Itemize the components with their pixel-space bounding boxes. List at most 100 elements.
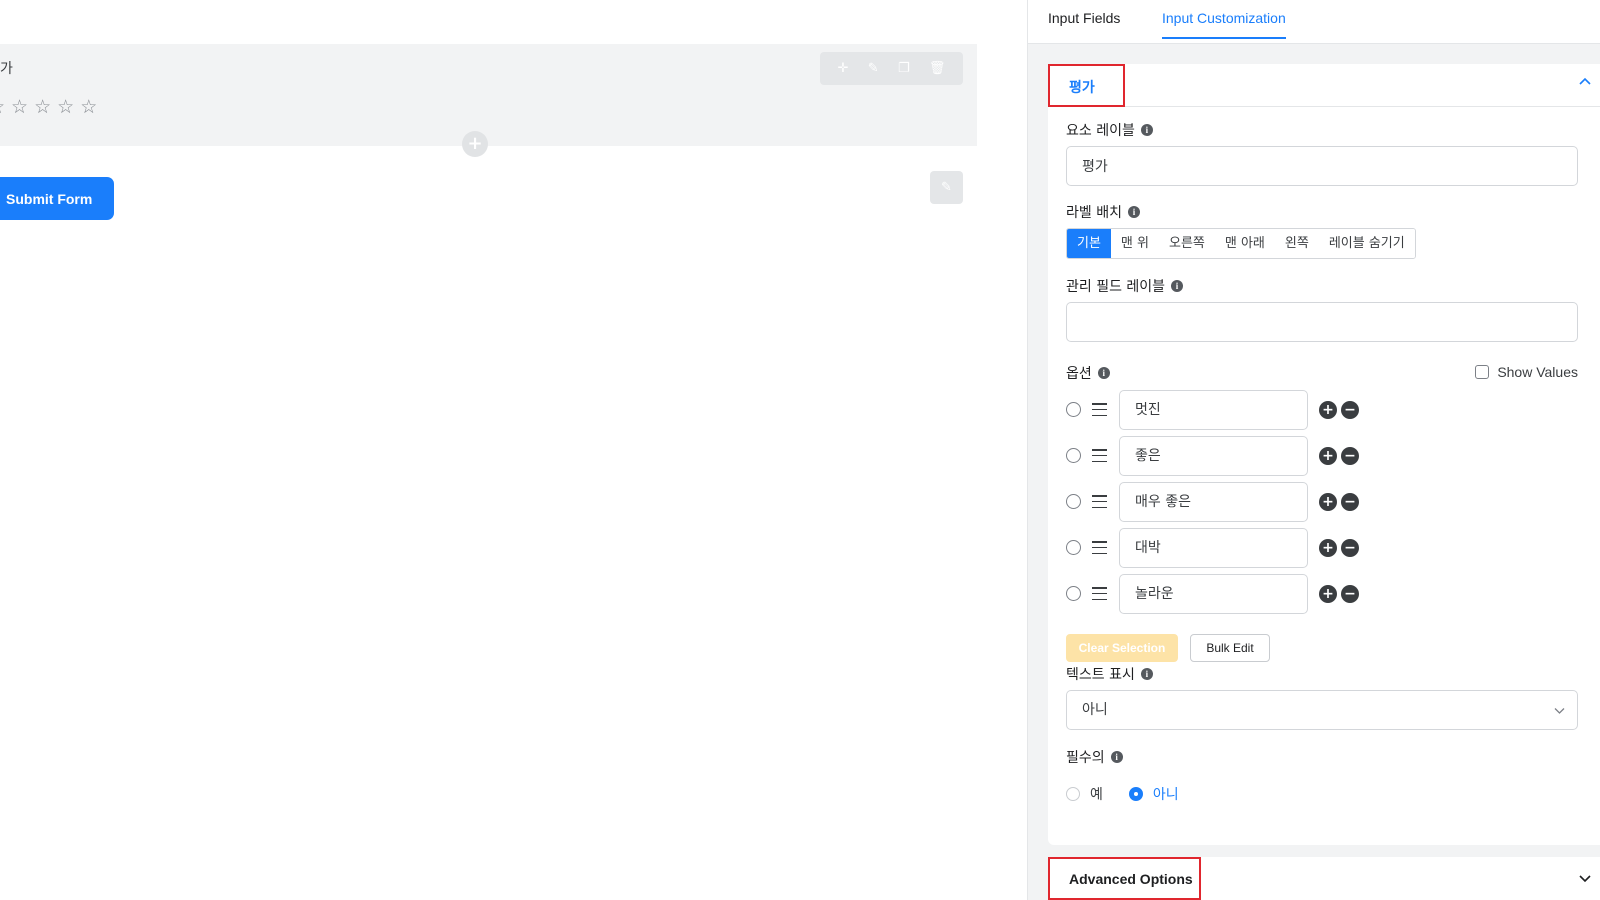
- label-placement-heading: 라벨 배치 i: [1066, 202, 1140, 222]
- minus-circle-icon[interactable]: −: [1341, 493, 1359, 511]
- required-no-label: 아니: [1152, 787, 1179, 803]
- trash-icon[interactable]: 🗑: [929, 62, 946, 75]
- star-icon: ☆: [34, 96, 52, 118]
- option-input[interactable]: 놀라운: [1119, 574, 1308, 614]
- plus-circle-icon[interactable]: +: [1319, 493, 1337, 511]
- drag-handle-icon[interactable]: [1092, 495, 1107, 508]
- options-heading: 옵션 i: [1066, 363, 1110, 383]
- star-icon: ☆: [57, 96, 75, 118]
- info-icon: i: [1097, 367, 1110, 379]
- add-field-icon[interactable]: +: [462, 131, 488, 157]
- radio-icon[interactable]: [1066, 787, 1080, 801]
- panel-tabs: Input Fields Input Customization: [1028, 0, 1600, 44]
- required-heading: 필수의 i: [1066, 747, 1123, 767]
- card-title: 평가: [1048, 64, 1125, 107]
- option-row: 대박 + −: [1066, 528, 1366, 568]
- form-canvas: 가 ☆ ☆ ☆ ☆ ☆ ✛ ✎ ❐ 🗑 + Submit Form ✎: [0, 0, 1027, 900]
- submit-area: Submit Form ✎: [0, 162, 977, 238]
- drag-handle-icon[interactable]: [1092, 541, 1107, 554]
- option-input[interactable]: 매우 좋은: [1119, 482, 1308, 522]
- drag-handle-icon[interactable]: [1092, 449, 1107, 462]
- edit-icon[interactable]: ✎: [930, 171, 963, 204]
- option-default-radio[interactable]: [1066, 448, 1081, 463]
- move-icon[interactable]: ✛: [838, 62, 849, 75]
- placement-option-hide-label[interactable]: 레이블 숨기기: [1318, 229, 1415, 258]
- drag-handle-icon[interactable]: [1092, 587, 1107, 600]
- star-icon: ☆: [80, 96, 98, 118]
- radio-checked-icon[interactable]: [1128, 787, 1143, 801]
- option-default-radio[interactable]: [1066, 540, 1081, 555]
- rating-stars: ☆ ☆ ☆ ☆ ☆: [0, 98, 97, 117]
- option-input[interactable]: 좋은: [1119, 436, 1308, 476]
- element-label-input[interactable]: [1066, 146, 1578, 186]
- plus-circle-icon[interactable]: +: [1319, 539, 1337, 557]
- admin-label-input[interactable]: [1066, 302, 1578, 342]
- show-text-select[interactable]: 아니: [1066, 690, 1578, 730]
- admin-label-text: 관리 필드 레이블: [1066, 279, 1166, 295]
- plus-circle-icon[interactable]: +: [1319, 585, 1337, 603]
- required-label: 필수의: [1066, 750, 1105, 766]
- info-icon: i: [1110, 751, 1123, 763]
- minus-circle-icon[interactable]: −: [1341, 585, 1359, 603]
- drag-handle-icon[interactable]: [1092, 403, 1107, 416]
- option-row: 멋진 + −: [1066, 390, 1366, 430]
- placement-option-bottom[interactable]: 맨 아래: [1214, 229, 1275, 258]
- customization-card: 평가 요소 레이블 i 라벨 배치 i 기본 맨 위 오른쪽 맨 아래 왼쪽 레…: [1048, 64, 1600, 845]
- info-icon: i: [1127, 206, 1140, 218]
- info-icon: i: [1140, 124, 1153, 136]
- option-default-radio[interactable]: [1066, 402, 1081, 417]
- required-no-option[interactable]: 아니: [1128, 784, 1179, 804]
- placement-option-default[interactable]: 기본: [1067, 229, 1111, 258]
- admin-label-heading: 관리 필드 레이블 i: [1066, 276, 1184, 296]
- required-radio-group: 예 아니: [1066, 784, 1179, 804]
- element-label-text: 요소 레이블: [1066, 123, 1135, 139]
- tab-input-fields[interactable]: Input Fields: [1048, 10, 1120, 37]
- chevron-up-icon[interactable]: [1579, 76, 1591, 88]
- option-row: 좋은 + −: [1066, 436, 1366, 476]
- chevron-down-icon: [1554, 708, 1565, 714]
- copy-icon[interactable]: ❐: [898, 62, 910, 75]
- plus-circle-icon[interactable]: +: [1319, 447, 1337, 465]
- submit-form-button[interactable]: Submit Form: [0, 177, 115, 220]
- minus-circle-icon[interactable]: −: [1341, 401, 1359, 419]
- rating-field-block[interactable]: 가 ☆ ☆ ☆ ☆ ☆ ✛ ✎ ❐ 🗑: [0, 44, 977, 146]
- option-default-radio[interactable]: [1066, 586, 1081, 601]
- star-icon: ☆: [11, 96, 29, 118]
- placement-option-right[interactable]: 오른쪽: [1158, 229, 1215, 258]
- card-header[interactable]: 평가: [1048, 64, 1600, 107]
- show-values-toggle[interactable]: Show Values: [1475, 364, 1578, 380]
- app-root: 가 ☆ ☆ ☆ ☆ ☆ ✛ ✎ ❐ 🗑 + Submit Form ✎ Inpu…: [0, 0, 1600, 900]
- tab-input-customization[interactable]: Input Customization: [1162, 10, 1286, 39]
- option-input[interactable]: 대박: [1119, 528, 1308, 568]
- placement-option-top[interactable]: 맨 위: [1110, 229, 1159, 258]
- settings-panel: Input Fields Input Customization 평가 요소 레…: [1027, 0, 1600, 900]
- chevron-down-icon[interactable]: [1579, 872, 1591, 884]
- show-text-label: 텍스트 표시: [1066, 667, 1135, 683]
- plus-circle-icon[interactable]: +: [1319, 401, 1337, 419]
- placement-option-left[interactable]: 왼쪽: [1274, 229, 1319, 258]
- advanced-options-title: Advanced Options: [1048, 857, 1201, 900]
- advanced-options-section[interactable]: Advanced Options: [1048, 857, 1600, 900]
- clear-selection-button[interactable]: Clear Selection: [1066, 634, 1178, 662]
- minus-circle-icon[interactable]: −: [1341, 447, 1359, 465]
- show-text-value: 아니: [1082, 702, 1108, 718]
- edit-icon[interactable]: ✎: [868, 62, 879, 75]
- bulk-edit-button[interactable]: Bulk Edit: [1190, 634, 1270, 662]
- option-row: 매우 좋은 + −: [1066, 482, 1366, 522]
- option-default-radio[interactable]: [1066, 494, 1081, 509]
- info-icon: i: [1140, 668, 1153, 680]
- label-placement-text: 라벨 배치: [1066, 205, 1122, 221]
- required-yes-option[interactable]: 예: [1066, 784, 1103, 804]
- options-text: 옵션: [1066, 366, 1092, 382]
- minus-circle-icon[interactable]: −: [1341, 539, 1359, 557]
- rating-field-label: 가: [0, 61, 13, 77]
- star-icon: ☆: [0, 98, 5, 117]
- label-placement-segmented: 기본 맨 위 오른쪽 맨 아래 왼쪽 레이블 숨기기: [1066, 228, 1416, 259]
- option-input[interactable]: 멋진: [1119, 390, 1308, 430]
- info-icon: i: [1171, 280, 1184, 292]
- required-yes-label: 예: [1090, 787, 1103, 803]
- element-label-heading: 요소 레이블 i: [1066, 120, 1153, 140]
- show-text-heading: 텍스트 표시 i: [1066, 664, 1153, 684]
- field-toolbar: ✛ ✎ ❐ 🗑: [820, 52, 963, 85]
- show-values-checkbox[interactable]: [1475, 365, 1490, 379]
